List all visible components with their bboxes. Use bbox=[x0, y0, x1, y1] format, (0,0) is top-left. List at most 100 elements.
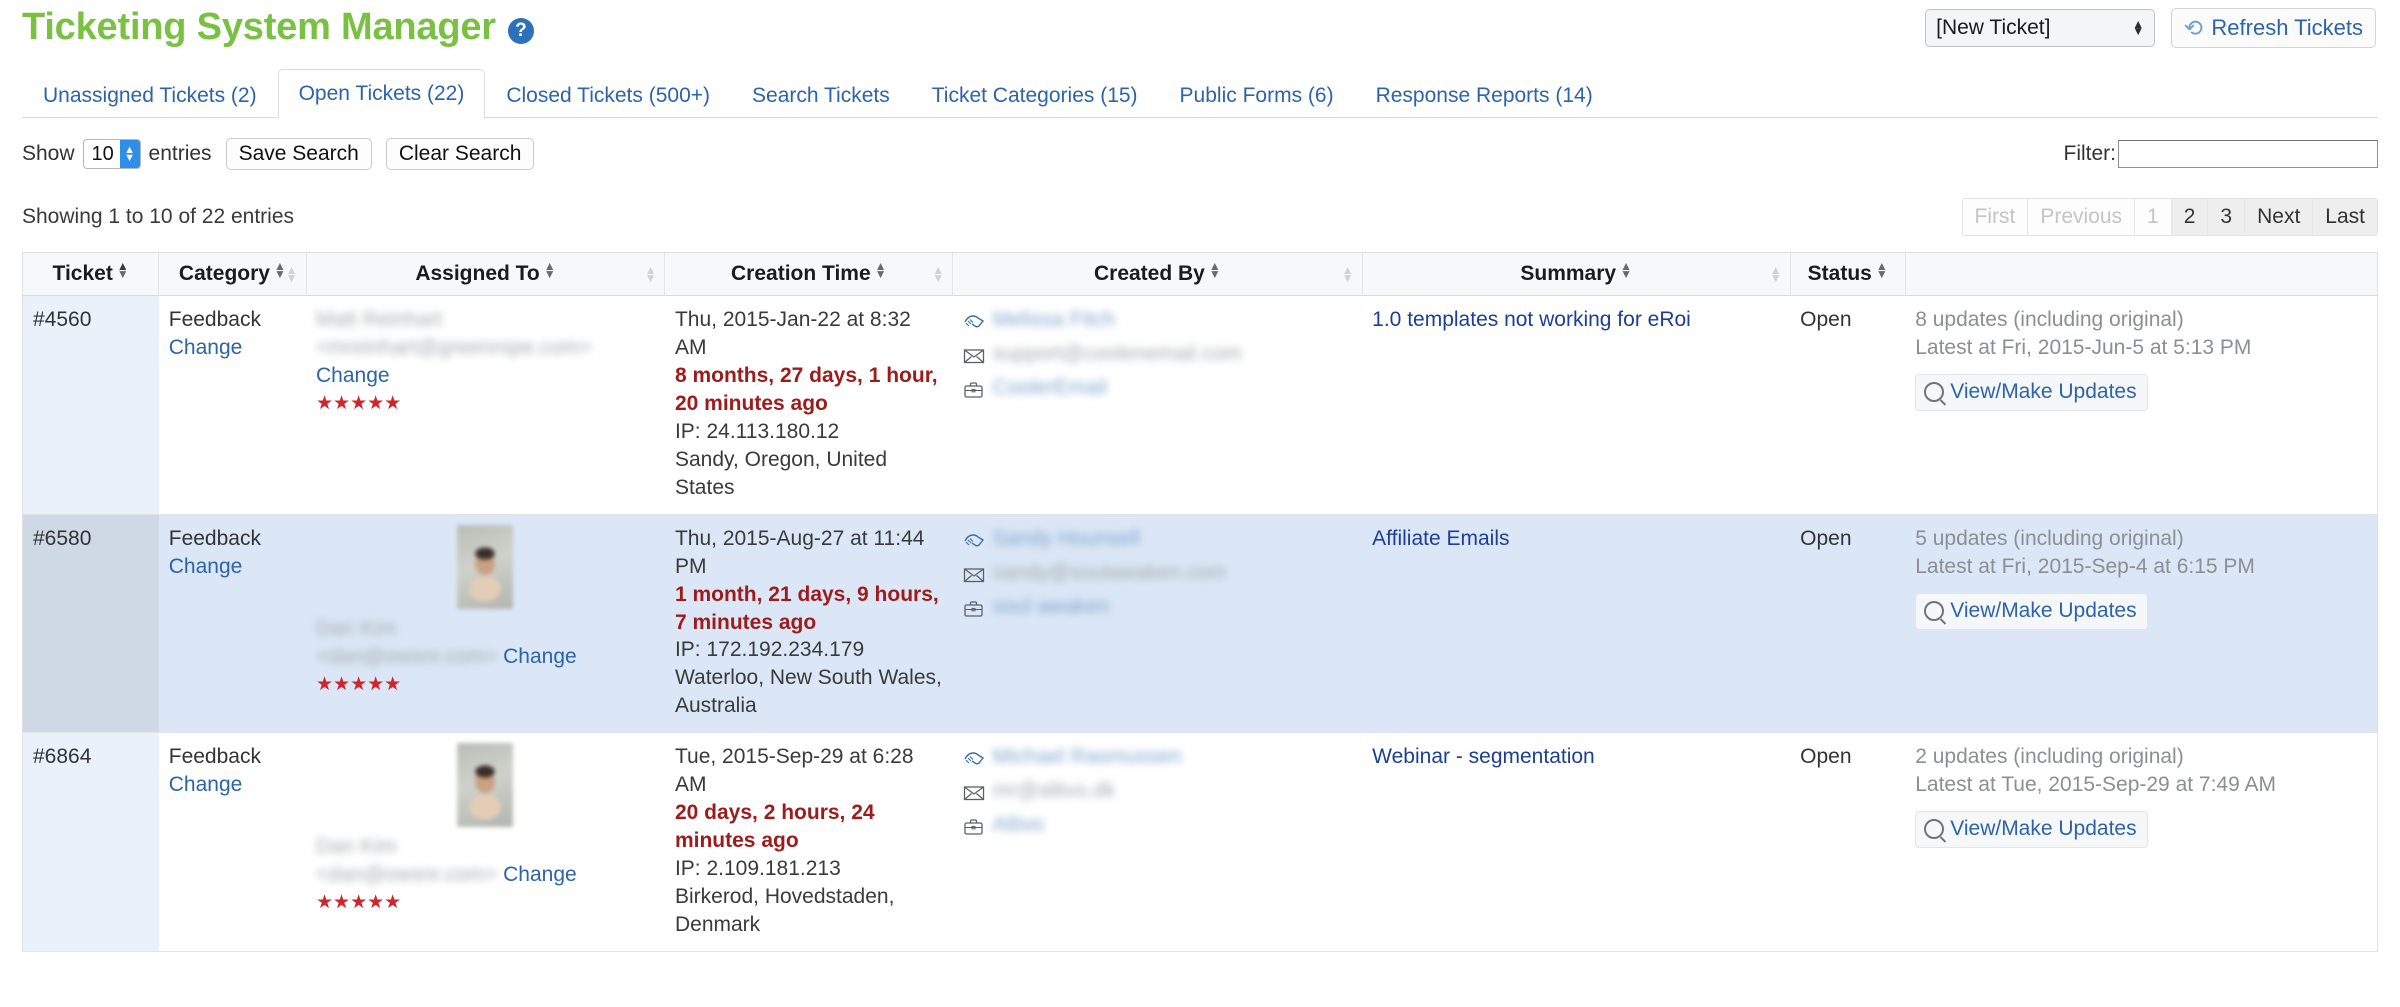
refresh-tickets-button[interactable]: ⟳ Refresh Tickets bbox=[2171, 8, 2376, 48]
pagination-first[interactable]: First bbox=[1962, 199, 2029, 236]
column-header-assigned-to[interactable]: Assigned To ▲ ▼ ▲ ▼ bbox=[306, 253, 666, 297]
pagination-page-2[interactable]: 2 bbox=[2171, 199, 2209, 236]
view-make-updates-button[interactable]: View/Make Updates bbox=[1915, 592, 2148, 630]
table-row[interactable]: #4560 Feedback Change Matt Reinhart <mre… bbox=[23, 295, 2377, 515]
change-assignee-link[interactable]: Change bbox=[503, 645, 577, 668]
column-header-created-by[interactable]: Created By ▲ ▼ ▲ ▼ bbox=[952, 253, 1363, 297]
created-by-person[interactable]: Sandy Hounsell bbox=[993, 525, 1140, 553]
change-category-link[interactable]: Change bbox=[169, 771, 296, 799]
info-and-pagination: Showing 1 to 10 of 22 entries First Prev… bbox=[22, 198, 2378, 237]
tab-unassigned-tickets[interactable]: Unassigned Tickets (2) bbox=[22, 74, 278, 118]
new-ticket-select[interactable]: [New Ticket] ▲ ▼ bbox=[1925, 9, 2156, 47]
cell-ticket: #6864 bbox=[23, 732, 159, 952]
pagination-last[interactable]: Last bbox=[2313, 199, 2377, 236]
filter-input[interactable] bbox=[2118, 140, 2378, 168]
column-resize-handle[interactable]: ▲ ▼ bbox=[1342, 264, 1354, 284]
created-by-person[interactable]: Melissa Fitch bbox=[993, 306, 1116, 334]
updates-count: 2 updates (including original) bbox=[1915, 745, 2184, 769]
created-by-company-row: CoolerEmail bbox=[963, 374, 1353, 402]
showing-entries-info: Showing 1 to 10 of 22 entries bbox=[22, 205, 295, 229]
column-header-ticket[interactable]: Ticket ▲ ▼ bbox=[23, 253, 160, 297]
assignee-rating-stars[interactable]: ★★★★★ bbox=[316, 893, 655, 912]
tab-search-tickets[interactable]: Search Tickets bbox=[731, 74, 911, 118]
cell-updates: 8 updates (including original) Latest at… bbox=[1905, 295, 2377, 515]
column-header-status[interactable]: Status ▲ ▼ bbox=[1790, 253, 1906, 297]
save-search-button[interactable]: Save Search bbox=[225, 138, 372, 170]
sort-ascending-icon: ▲ ▼ bbox=[116, 259, 129, 282]
cell-status: Open bbox=[1790, 295, 1906, 515]
assignee-rating-stars[interactable]: ★★★★★ bbox=[316, 675, 655, 694]
summary-link[interactable]: Affiliate Emails bbox=[1372, 527, 1509, 550]
page-length-select[interactable]: 10 ▲ ▼ bbox=[82, 139, 141, 169]
sort-icon: ▲ ▼ bbox=[543, 259, 556, 282]
column-resize-handle[interactable]: ▲ ▼ bbox=[645, 264, 657, 284]
created-by-email-row: sandy@soulawaken.com bbox=[963, 559, 1353, 587]
pagination-page-3[interactable]: 3 bbox=[2208, 199, 2246, 236]
view-make-updates-button[interactable]: View/Make Updates bbox=[1915, 374, 2148, 412]
tab-closed-tickets[interactable]: Closed Tickets (500+) bbox=[485, 74, 731, 118]
pagination-page-1[interactable]: 1 bbox=[2135, 199, 2172, 236]
change-assignee-link[interactable]: Change bbox=[503, 863, 577, 886]
title-group: Ticketing System Manager ? bbox=[22, 0, 534, 49]
question-mark-icon[interactable]: ? bbox=[507, 17, 534, 44]
cell-creation-time: Thu, 2015-Aug-27 at 11:44 PM 1 month, 21… bbox=[664, 514, 953, 734]
cell-updates: 5 updates (including original) Latest at… bbox=[1905, 514, 2377, 734]
cell-creation-time: Tue, 2015-Sep-29 at 6:28 AM 20 days, 2 h… bbox=[664, 732, 953, 952]
column-resize-handle[interactable]: ▲ ▼ bbox=[932, 264, 944, 284]
clear-search-button[interactable]: Clear Search bbox=[385, 138, 535, 170]
created-by-person-row: Sandy Hounsell bbox=[963, 525, 1353, 553]
change-assignee-link[interactable]: Change bbox=[316, 362, 655, 390]
change-category-link[interactable]: Change bbox=[169, 334, 296, 362]
cell-assigned-to: Matt Reinhart <mreinhart@greenrope.com> … bbox=[306, 295, 665, 515]
view-make-updates-button[interactable]: View/Make Updates bbox=[1915, 811, 2148, 849]
pagination-next[interactable]: Next bbox=[2245, 199, 2314, 236]
header-actions: [New Ticket] ▲ ▼ ⟳ Refresh Tickets bbox=[1925, 0, 2376, 48]
handshake-icon bbox=[963, 748, 985, 766]
assigned-to-email: <dan@owsnr.com> bbox=[316, 863, 498, 887]
table-row[interactable]: #6580 Feedback Change Dan Kim <dan@owsnr… bbox=[23, 514, 2377, 734]
created-by-company[interactable]: Altivo bbox=[993, 811, 1044, 839]
summary-link[interactable]: 1.0 templates not working for eRoi bbox=[1372, 308, 1691, 331]
column-resize-handle[interactable]: ▲ ▼ bbox=[1770, 264, 1782, 284]
entries-label: entries bbox=[148, 142, 212, 165]
creation-relative-time: 8 months, 27 days, 1 hour, 20 minutes ag… bbox=[674, 364, 938, 416]
tab-open-tickets[interactable]: Open Tickets (22) bbox=[277, 68, 486, 119]
creation-ip: IP: 172.192.234.179 bbox=[674, 638, 865, 662]
created-by-email: sandy@soulawaken.com bbox=[992, 560, 1227, 584]
created-by-email-row: mr@altivo.dk bbox=[963, 777, 1353, 805]
created-by-email-row: support@coolenemail.com bbox=[963, 340, 1353, 368]
assignee-rating-stars[interactable]: ★★★★★ bbox=[316, 394, 655, 413]
column-header-creation-time[interactable]: Creation Time ▲ ▼ ▲ ▼ bbox=[664, 253, 954, 297]
summary-link[interactable]: Webinar - segmentation bbox=[1372, 745, 1595, 768]
created-by-email: mr@altivo.dk bbox=[992, 779, 1116, 803]
change-category-link[interactable]: Change bbox=[169, 553, 296, 581]
cell-updates: 2 updates (including original) Latest at… bbox=[1905, 732, 2377, 952]
pagination-previous[interactable]: Previous bbox=[2028, 199, 2136, 236]
tab-ticket-categories[interactable]: Ticket Categories (15) bbox=[911, 74, 1159, 118]
sort-icon: ▲ ▼ bbox=[273, 259, 286, 282]
tab-response-reports[interactable]: Response Reports (14) bbox=[1355, 74, 1614, 118]
view-make-updates-label: View/Make Updates bbox=[1950, 380, 2137, 404]
column-header-summary[interactable]: Summary ▲ ▼ ▲ ▼ bbox=[1362, 253, 1791, 297]
tickets-table: Ticket ▲ ▼ Category ▲ ▼ ▲ ▼ Assigned To ▲ ▼ ▲ ▼ … bbox=[23, 253, 2377, 952]
tab-public-forms[interactable]: Public Forms (6) bbox=[1159, 74, 1355, 118]
assigned-to-email-row: <dan@owsnr.com> Change bbox=[316, 643, 655, 671]
creation-absolute-time: Tue, 2015-Sep-29 at 6:28 AM bbox=[674, 745, 914, 797]
cell-ticket: #4560 bbox=[23, 295, 159, 515]
cell-created-by: Sandy Hounsell sandy@soulawaken.com soul… bbox=[952, 514, 1363, 734]
column-header-category[interactable]: Category ▲ ▼ ▲ ▼ bbox=[158, 253, 307, 297]
created-by-company[interactable]: soul awaken bbox=[993, 593, 1110, 621]
sort-icon: ▲ ▼ bbox=[1875, 259, 1888, 282]
created-by-person[interactable]: Michael Rasmussen bbox=[993, 743, 1182, 771]
envelope-icon bbox=[963, 782, 985, 801]
updates-latest: Latest at Fri, 2015-Sep-4 at 6:15 PM bbox=[1915, 554, 2255, 578]
creation-ip: IP: 2.109.181.213 bbox=[674, 856, 841, 880]
chevron-updown-icon: ▲ ▼ bbox=[119, 140, 140, 168]
table-row[interactable]: #6864 Feedback Change Dan Kim <dan@owsnr… bbox=[23, 732, 2377, 952]
magnifier-icon bbox=[1924, 382, 1945, 403]
created-by-company[interactable]: CoolerEmail bbox=[993, 374, 1107, 402]
cell-summary: Webinar - segmentation bbox=[1362, 732, 1791, 952]
new-ticket-select-value: [New Ticket] bbox=[1936, 16, 2051, 39]
column-resize-handle[interactable]: ▲ ▼ bbox=[286, 264, 298, 284]
cell-category: Feedback Change bbox=[158, 732, 307, 952]
